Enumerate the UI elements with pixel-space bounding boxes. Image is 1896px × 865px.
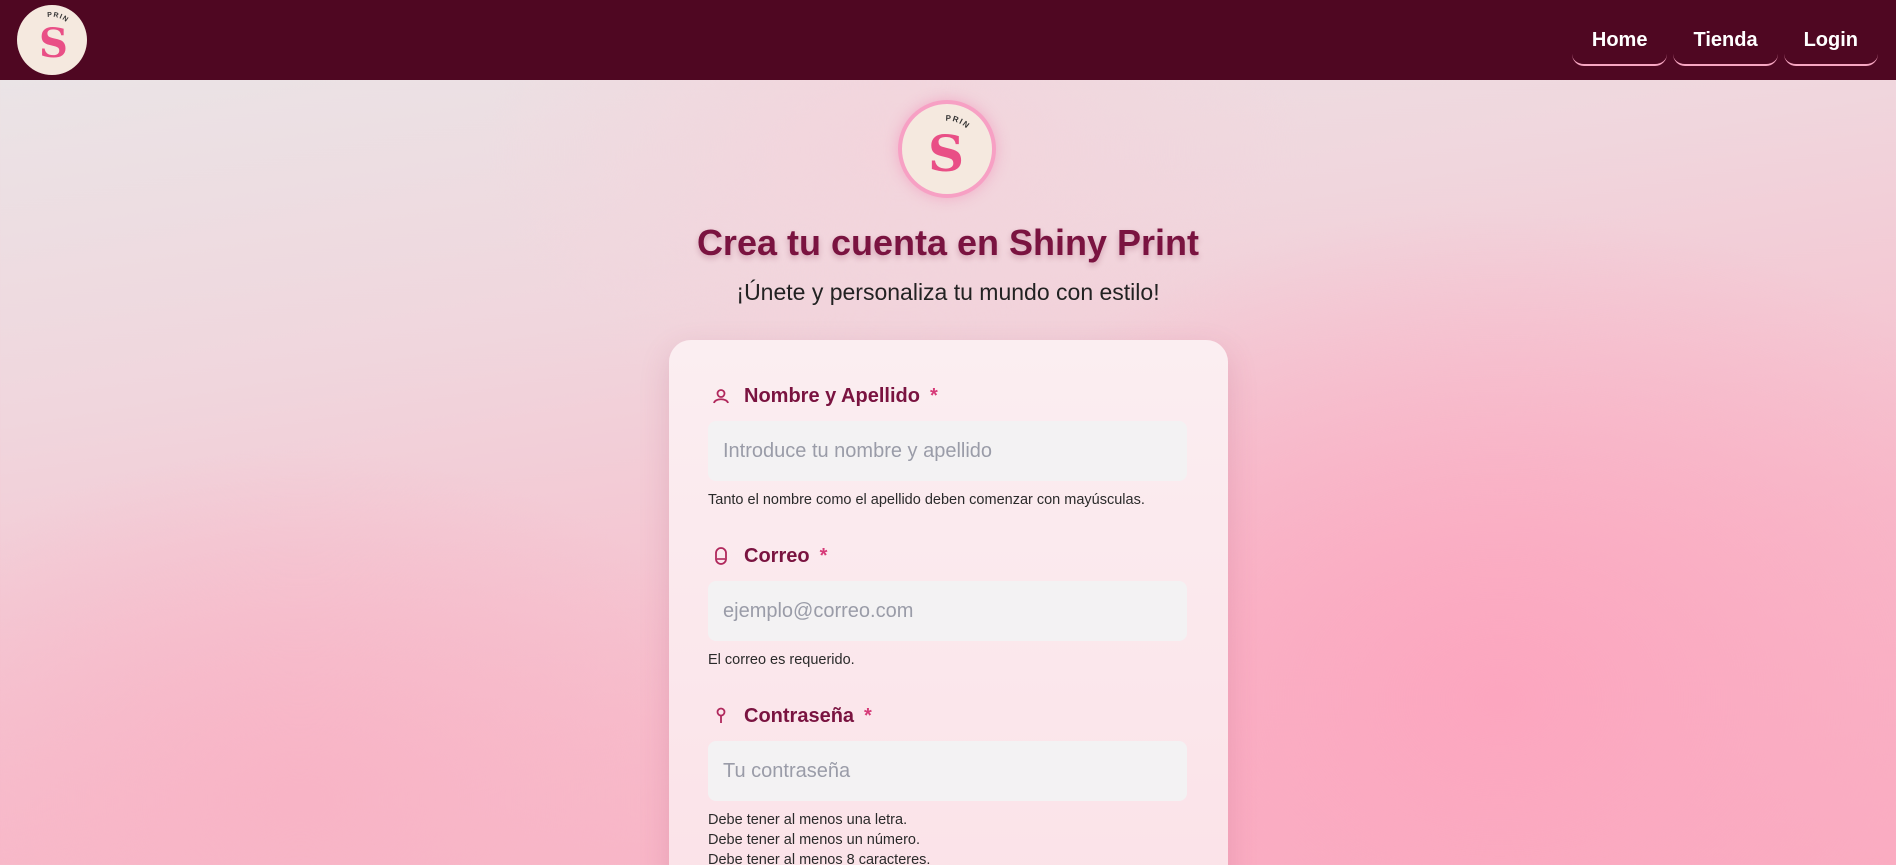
nav-link-tienda[interactable]: Tienda xyxy=(1673,15,1778,66)
nav-link-login[interactable]: Login xyxy=(1783,15,1878,66)
name-label: Nombre y Apellido * xyxy=(708,384,938,408)
password-hints: Debe tener al menos una letra. Debe tene… xyxy=(708,810,930,865)
brand-logo[interactable]: S PRINT xyxy=(14,0,87,75)
email-input[interactable] xyxy=(708,581,1187,641)
password-label-text: Contraseña xyxy=(744,704,855,727)
password-hint-length: Debe tener al menos 8 caracteres. xyxy=(708,852,931,865)
email-required-mark: * xyxy=(819,544,828,567)
nav-links: Home Tienda Login xyxy=(1571,0,1878,80)
brand-logo-icon: S PRINT xyxy=(14,0,68,67)
password-input[interactable] xyxy=(708,741,1187,801)
email-hint: El correo es requerido. xyxy=(708,652,855,668)
name-required-mark: * xyxy=(929,384,938,407)
register-form: Nombre y Apellido * Tanto el nombre como… xyxy=(669,340,1228,865)
name-hint: Tanto el nombre como el apellido deben c… xyxy=(708,492,1145,508)
hero-logo: S PRINT xyxy=(898,97,996,198)
password-hint-letter: Debe tener al menos una letra. xyxy=(708,812,908,828)
email-label-text: Correo xyxy=(744,544,810,567)
navbar: S PRINT Home Tienda Login xyxy=(0,0,1896,80)
name-input[interactable] xyxy=(708,421,1187,481)
name-label-text: Nombre y Apellido xyxy=(744,384,920,407)
hero-logo-letter: S xyxy=(928,124,964,183)
hero-logo-icon: S PRINT xyxy=(899,97,971,183)
page-title: Crea tu cuenta en Shiny Print xyxy=(696,222,1200,263)
password-required-mark: * xyxy=(864,704,872,727)
password-label: Contraseña * xyxy=(708,704,872,728)
user-icon xyxy=(708,384,734,408)
nav-link-home[interactable]: Home xyxy=(1571,15,1668,66)
email-label: Correo * xyxy=(708,544,827,568)
password-hint-number: Debe tener al menos un número. xyxy=(708,832,920,848)
key-icon xyxy=(708,704,734,728)
page-subtitle: ¡Únete y personaliza tu mundo con estilo… xyxy=(736,279,1160,305)
mail-icon xyxy=(708,544,734,568)
brand-logo-letter: S xyxy=(39,20,68,67)
